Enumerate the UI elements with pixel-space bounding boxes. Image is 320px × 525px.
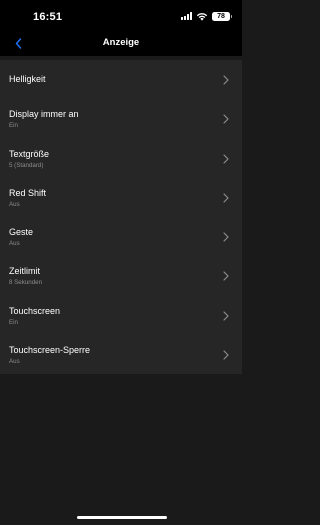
navigation-header: Anzeige [0, 30, 242, 56]
status-icons: 78 [181, 11, 232, 21]
home-indicator[interactable] [77, 516, 167, 519]
item-title: Geste [9, 227, 34, 238]
item-title: Touchscreen [9, 305, 61, 316]
chevron-right-icon [223, 311, 229, 321]
list-item-helligkeit[interactable]: Helligkeit [0, 60, 242, 99]
item-subtitle: Ein [9, 318, 18, 326]
list-item-display-immer-an[interactable]: Display immer an Ein [0, 99, 242, 138]
chevron-right-icon [223, 350, 229, 360]
chevron-right-icon [223, 232, 229, 242]
list-item-touchscreen-sperre[interactable]: Touchscreen-Sperre Aus [0, 335, 242, 374]
chevron-right-icon [223, 193, 229, 203]
item-title: Display immer an [9, 109, 79, 120]
item-subtitle: Aus [9, 240, 20, 248]
battery-icon: 78 [212, 11, 232, 21]
chevron-right-icon [223, 75, 229, 85]
item-subtitle: Ein [9, 122, 18, 130]
item-subtitle: Aus [9, 358, 20, 366]
status-time: 16:51 [33, 11, 63, 23]
item-title: Zeitlimit [9, 266, 40, 277]
item-title: Red Shift [9, 187, 47, 198]
settings-screen: 16:51 78 Anzeige Helligkeit Display imme… [0, 0, 242, 525]
list-item-zeitlimit[interactable]: Zeitlimit 8 Sekunden [0, 256, 242, 295]
item-title: Helligkeit [9, 74, 46, 84]
settings-list: Helligkeit Display immer an Ein Textgröß… [0, 60, 242, 375]
chevron-right-icon [223, 114, 229, 124]
item-subtitle: 8 Sekunden [9, 279, 43, 287]
chevron-right-icon [223, 271, 229, 282]
list-item-textgroesse[interactable]: Textgröße 5 (Standard) [0, 139, 242, 178]
item-title: Textgröße [9, 148, 50, 159]
page-title: Anzeige [102, 37, 140, 48]
cellular-signal-icon [181, 12, 192, 20]
list-item-geste[interactable]: Geste Aus [0, 217, 242, 256]
item-subtitle: 5 (Standard) [9, 161, 44, 169]
battery-level: 78 [217, 12, 225, 20]
list-item-touchscreen[interactable]: Touchscreen Ein [0, 296, 242, 335]
status-bar: 16:51 78 [0, 0, 242, 30]
wifi-icon [196, 12, 208, 21]
item-subtitle: Aus [9, 200, 20, 208]
chevron-right-icon [223, 153, 229, 164]
list-item-red-shift[interactable]: Red Shift Aus [0, 178, 242, 217]
item-title: Touchscreen-Sperre [9, 345, 91, 356]
